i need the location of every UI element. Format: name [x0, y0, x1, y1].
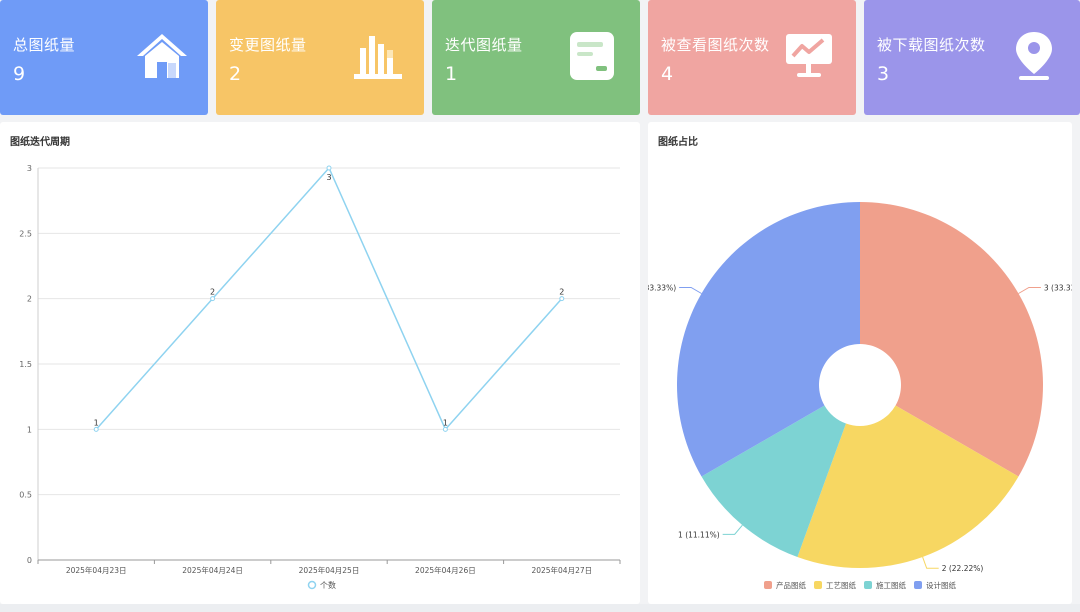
slice-label: 2 (22.22%): [942, 564, 984, 573]
pie-legend: 产品图纸 工艺图纸 施工图纸 设计图纸: [764, 580, 956, 590]
bottom-strip: [0, 604, 1080, 612]
data-label: 1: [443, 418, 448, 427]
legend-label: 个数: [320, 580, 336, 590]
label-line: [1018, 287, 1041, 294]
presentation-board-icon: [786, 34, 832, 77]
card-value: 2: [229, 63, 242, 85]
legend-label: 施工图纸: [876, 580, 906, 590]
legend-label: 产品图纸: [776, 580, 806, 590]
card-downloaded-count[interactable]: 被下载图纸次数 3: [864, 0, 1080, 115]
y-tick-label: 2.5: [19, 229, 32, 238]
slice-label: 1 (11.11%): [678, 530, 720, 539]
card-changed-drawings[interactable]: 变更图纸量 2: [216, 0, 424, 115]
y-tick-label: 0: [27, 556, 32, 565]
card-title: 迭代图纸量: [445, 36, 523, 54]
legend-marker: [914, 581, 922, 589]
line-chart-panel: 图纸迭代周期 0 0.5 1 1.5 2 2.5 3 2025年04月23日 2025年04月2…: [0, 122, 640, 604]
x-tick-label: 2025年04月27日: [531, 565, 592, 575]
legend-marker: [864, 581, 872, 589]
x-tick-label: 2025年04月23日: [66, 565, 127, 575]
data-label: 2: [559, 288, 564, 297]
location-pin-icon: [1016, 32, 1052, 80]
document-icon: [570, 32, 614, 80]
y-tick-label: 1: [27, 425, 32, 434]
data-point: [559, 296, 565, 302]
data-label: 1: [94, 418, 99, 427]
data-point: [442, 426, 448, 432]
legend-label: 工艺图纸: [826, 580, 856, 590]
data-point: [326, 165, 332, 171]
pie-chart: 3 (33.33%) 2 (22.22%) 1 (11.11%) 3 (33.33%)…: [648, 202, 1072, 590]
card-value: 4: [661, 63, 674, 85]
data-label: 2: [210, 288, 215, 297]
y-tick-label: 0.5: [19, 491, 32, 500]
label-line: [722, 524, 743, 535]
legend-label: 设计图纸: [926, 580, 956, 590]
x-tick-label: 2025年04月24日: [182, 565, 243, 575]
data-point: [93, 426, 99, 432]
y-tick-label: 1.5: [19, 360, 32, 369]
card-title: 被下载图纸次数: [877, 36, 986, 54]
y-tick-label: 3: [27, 164, 32, 173]
card-value: 9: [13, 63, 26, 85]
slice-label: 3 (33.33%): [1044, 284, 1072, 293]
pie-chart-panel: 图纸占比 3 (33.33%)2 (22.22%)1 (11.11%)3 (33…: [648, 122, 1072, 604]
x-tick-label: 2025年04月25日: [299, 565, 360, 575]
legend-marker: [307, 580, 317, 590]
card-value: 3: [877, 63, 890, 85]
label-line: [679, 287, 702, 294]
summary-cards: 总图纸量 9 变更图纸量 2 迭代图纸量 1 被查看图纸次数 4 被下载图纸次数…: [0, 0, 1080, 115]
line-chart: 0 0.5 1 1.5 2 2.5 3 2025年04月23日 2025年04月24日 2025年…: [19, 164, 621, 590]
card-iterated-drawings[interactable]: 迭代图纸量 1: [432, 0, 640, 115]
bar-chart-icon: [354, 36, 402, 79]
card-total-drawings[interactable]: 总图纸量 9: [0, 0, 208, 115]
card-title: 变更图纸量: [229, 36, 307, 54]
data-point: [210, 296, 216, 302]
house-icon: [137, 34, 187, 78]
legend-marker: [814, 581, 822, 589]
legend-marker: [764, 581, 772, 589]
y-tick-label: 2: [27, 295, 32, 304]
card-value: 1: [445, 63, 458, 85]
x-tick-label: 2025年04月26日: [415, 565, 476, 575]
card-title: 总图纸量: [13, 36, 76, 54]
card-title: 被查看图纸次数: [661, 36, 770, 54]
slice-label: 3 (33.33%): [648, 284, 676, 293]
label-line: [922, 556, 939, 569]
card-viewed-count[interactable]: 被查看图纸次数 4: [648, 0, 856, 115]
data-label: 3: [326, 173, 331, 182]
